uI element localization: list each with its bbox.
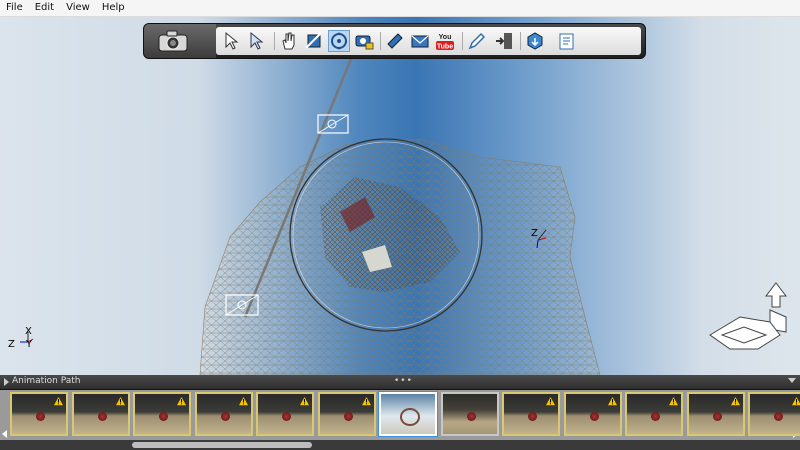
warning-icon (545, 396, 556, 406)
orbit-button[interactable] (328, 30, 350, 52)
keyframe-thumbnail-object (774, 412, 783, 421)
keyframe-thumbnail-object (36, 412, 45, 421)
dropdown-arrow-icon[interactable] (788, 378, 796, 383)
keyframe-thumbnail-object (466, 412, 476, 421)
keyframe-thumbnail-object (159, 412, 168, 421)
axis-label-z: Z (8, 339, 15, 350)
animation-keyframe[interactable] (378, 391, 438, 437)
svg-text:Tube: Tube (437, 44, 453, 51)
camera-marker-top[interactable] (317, 114, 349, 134)
export-icon (496, 33, 512, 49)
animation-keyframe[interactable] (440, 392, 499, 436)
email-button[interactable] (409, 30, 431, 52)
keyframe-thumbnail-object (97, 412, 107, 421)
animation-keyframe[interactable] (256, 392, 314, 436)
nav-move-plane-icon[interactable] (709, 316, 781, 350)
export-button[interactable] (493, 30, 515, 52)
select-arrow-icon (225, 31, 239, 50)
locked-camera-icon (355, 35, 374, 50)
email-icon (411, 35, 429, 48)
notes-icon (559, 33, 574, 50)
main-toolbar: You Tube (143, 23, 646, 59)
svg-text:You: You (439, 34, 452, 41)
warning-icon (729, 396, 741, 406)
filmstrip-left-arrow-icon[interactable] (2, 430, 7, 438)
animation-keyframe[interactable] (133, 392, 191, 436)
warning-icon (176, 396, 187, 406)
animation-panel: Animation Path ••• (0, 375, 800, 450)
keyframe-thumbnail-object (343, 412, 353, 421)
filmstrip (0, 390, 800, 440)
cube-download-button[interactable] (524, 30, 546, 52)
pan-hand-icon (282, 32, 295, 50)
center-axis-label-z: Z (531, 228, 538, 239)
rotate-icon (305, 32, 322, 49)
keyframe-thumbnail-object (528, 412, 537, 421)
keyframe-thumbnail-object (400, 408, 420, 426)
menu-file[interactable]: File (0, 0, 29, 16)
animation-keyframe[interactable] (748, 392, 800, 436)
tool-strip: You Tube (216, 27, 641, 55)
warning-icon (114, 396, 126, 406)
keyframe-thumbnail-object (712, 412, 722, 421)
warning-icon (53, 396, 64, 406)
warning-icon (299, 396, 310, 406)
keyframe-thumbnail-object (220, 412, 230, 421)
keyframe-thumbnail-object (651, 412, 660, 421)
animation-keyframe[interactable] (502, 392, 560, 436)
youtube-icon: You Tube (436, 34, 454, 51)
animation-keyframe[interactable] (10, 392, 68, 436)
menu-help[interactable]: Help (96, 0, 131, 16)
menu-edit[interactable]: Edit (29, 0, 60, 16)
animation-keyframe[interactable] (71, 392, 130, 436)
resize-grip[interactable]: ••• (394, 376, 413, 386)
camera-button[interactable] (144, 24, 216, 58)
camera-icon (158, 30, 188, 52)
rotate-button[interactable] (303, 30, 325, 52)
youtube-button[interactable]: You Tube (434, 30, 456, 52)
axis-label-y: Y (26, 339, 33, 350)
filmstrip-scrollbar[interactable] (0, 440, 800, 450)
3d-viewport[interactable]: X Z Y Z You Tube (0, 17, 800, 375)
animation-keyframe[interactable] (686, 392, 745, 436)
locked-camera-button[interactable] (353, 30, 375, 52)
measure-button[interactable] (384, 30, 406, 52)
notes-button[interactable] (556, 30, 578, 52)
select-arrow-alt-button[interactable] (246, 30, 268, 52)
animation-panel-header[interactable]: Animation Path ••• (0, 375, 800, 390)
axis-label-x: X (25, 326, 32, 337)
select-arrow-button[interactable] (221, 30, 243, 52)
animation-keyframe[interactable] (625, 392, 683, 436)
keyframe-thumbnail-object (589, 412, 599, 421)
select-arrow-alt-icon (250, 31, 264, 50)
animation-panel-title: Animation Path (12, 376, 81, 386)
warning-icon (360, 396, 372, 406)
nav-up-arrow-icon[interactable] (764, 282, 788, 308)
warning-icon (791, 396, 800, 406)
pen-button[interactable] (466, 30, 488, 52)
warning-icon (606, 396, 618, 406)
menu-view[interactable]: View (60, 0, 96, 16)
cube-download-icon (527, 32, 543, 50)
orbit-icon (331, 32, 347, 50)
animation-keyframe[interactable] (563, 392, 622, 436)
pan-hand-button[interactable] (278, 30, 300, 52)
warning-icon (668, 396, 679, 406)
menu-bar: File Edit View Help (0, 0, 800, 17)
collapse-arrow-icon[interactable] (4, 378, 9, 386)
mesh-scene (20, 36, 788, 375)
measure-icon (387, 33, 403, 49)
animation-keyframe[interactable] (194, 392, 253, 436)
warning-icon (237, 396, 249, 406)
keyframe-thumbnail-object (282, 412, 291, 421)
animation-keyframe[interactable] (317, 392, 376, 436)
pen-icon (468, 32, 486, 50)
scrollbar-thumb[interactable] (132, 442, 312, 448)
navigation-arrows[interactable] (709, 282, 788, 350)
